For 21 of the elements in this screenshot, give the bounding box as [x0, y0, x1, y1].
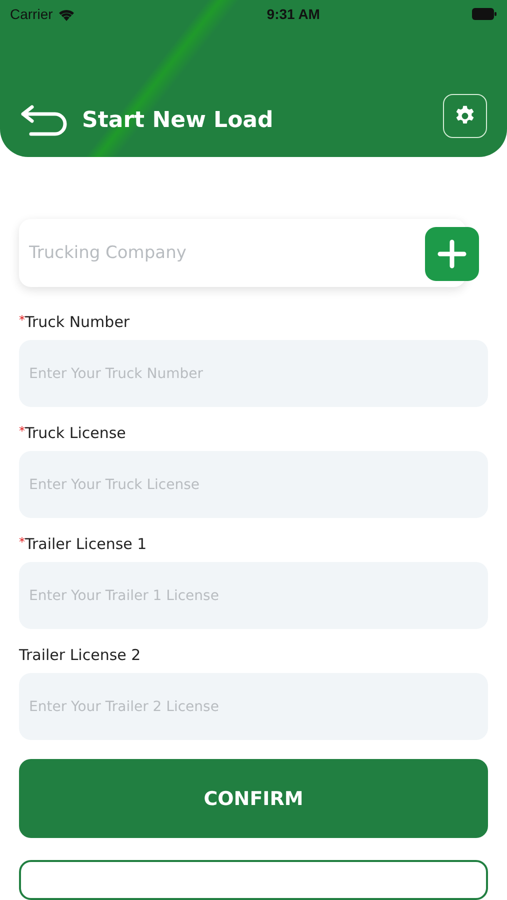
- back-button[interactable]: [20, 104, 68, 138]
- settings-button[interactable]: [443, 94, 487, 138]
- confirm-button[interactable]: CONFIRM: [19, 759, 488, 838]
- battery-icon: [472, 8, 497, 20]
- wifi-icon: [58, 8, 75, 20]
- input-field[interactable]: Enter Your Truck Number: [19, 340, 488, 407]
- page-title: Start New Load: [82, 108, 274, 135]
- field-label: *Truck Number: [19, 313, 131, 331]
- input-field[interactable]: Enter Your Trailer 2 License: [19, 673, 488, 740]
- field-label: *Trailer License 1: [19, 535, 148, 553]
- trucking-company-field[interactable]: Trucking Company: [19, 219, 466, 287]
- field-label: *Truck License: [19, 424, 127, 442]
- input-field[interactable]: Enter Your Truck License: [19, 451, 488, 518]
- outline-button[interactable]: [19, 860, 488, 900]
- field-label: Trailer License 2: [19, 646, 142, 664]
- input-field[interactable]: Enter Your Trailer 1 License: [19, 562, 488, 629]
- status-time: 9:31 AM: [266, 6, 320, 22]
- back-arrow-icon: [20, 104, 68, 138]
- add-button[interactable]: [425, 227, 479, 281]
- plus-icon: [437, 239, 467, 269]
- carrier-label: Carrier: [10, 6, 53, 22]
